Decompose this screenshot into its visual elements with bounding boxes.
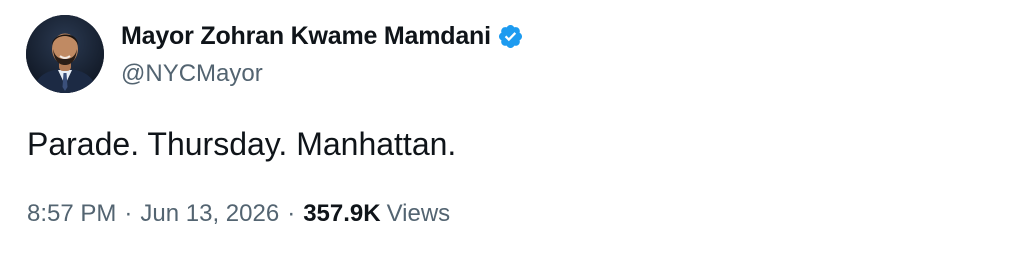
tweet-views-link[interactable]: 357.9K Views [303,200,450,228]
verified-badge-icon[interactable] [497,23,524,50]
tweet-card: Mayor Zohran Kwame Mamdani @NYCMayor Par… [0,0,1024,262]
meta-separator: · [287,200,296,227]
avatar[interactable] [26,15,104,93]
tweet-time: 8:57 PM [27,200,117,227]
tweet-text: Parade. Thursday. Manhattan. [27,126,457,162]
tweet-meta: 8:57 PM · Jun 13, 2026 · 357.9K Views [27,200,450,228]
tweet-date: Jun 13, 2026 [140,200,280,227]
profile-photo [26,15,104,93]
views-count: 357.9K [303,200,381,227]
author-display-name[interactable]: Mayor Zohran Kwame Mamdani [121,22,491,51]
meta-separator: · [124,200,133,227]
author-handle[interactable]: @NYCMayor [121,60,263,88]
tweet-timestamp-link[interactable]: 8:57 PM · Jun 13, 2026 [27,200,279,228]
views-label: Views [386,200,451,227]
author-name-row: Mayor Zohran Kwame Mamdani [121,19,524,53]
